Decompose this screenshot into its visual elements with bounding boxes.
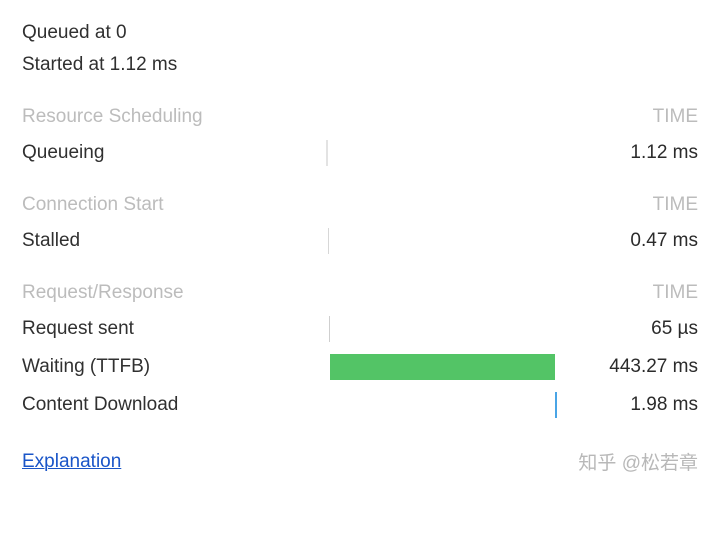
label-download: Content Download: [22, 394, 322, 416]
label-waiting: Waiting (TTFB): [22, 356, 322, 378]
time-request-sent: 65 µs: [588, 318, 698, 340]
row-content-download: Content Download 1.98 ms: [22, 386, 698, 424]
row-waiting-ttfb: Waiting (TTFB) 443.27 ms: [22, 348, 698, 386]
row-stalled: Stalled 0.47 ms: [22, 222, 698, 260]
row-request-sent: Request sent 65 µs: [22, 310, 698, 348]
section-title-scheduling: Resource Scheduling: [22, 106, 203, 128]
bar-wrap-waiting: [322, 354, 588, 380]
bar-sent: [329, 316, 330, 342]
time-header-request: TIME: [653, 282, 698, 304]
time-download: 1.98 ms: [588, 394, 698, 416]
watermark-total: 知乎 @松若章: [578, 448, 698, 475]
section-resource-scheduling: Resource Scheduling TIME Queueing 1.12 m…: [22, 104, 698, 172]
section-request-response: Request/Response TIME Request sent 65 µs…: [22, 280, 698, 424]
time-queueing: 1.12 ms: [588, 142, 698, 164]
label-queueing: Queueing: [22, 142, 322, 164]
label-stalled: Stalled: [22, 230, 322, 252]
bar-queueing: [326, 140, 328, 166]
explanation-link[interactable]: Explanation: [22, 451, 121, 473]
queued-at-line: Queued at 0: [22, 20, 698, 52]
bar-download: [555, 392, 557, 418]
time-stalled: 0.47 ms: [588, 230, 698, 252]
bar-wrap-stalled: [322, 228, 588, 254]
time-waiting: 443.27 ms: [588, 356, 698, 378]
started-at-line: Started at 1.12 ms: [22, 52, 698, 84]
footer: Explanation 知乎 @松若章: [22, 446, 698, 477]
time-header-connection: TIME: [653, 194, 698, 216]
bar-stalled: [328, 228, 329, 254]
bar-wrap-download: [322, 392, 588, 418]
bar-wrap-queueing: [322, 140, 588, 166]
section-connection-start: Connection Start TIME Stalled 0.47 ms: [22, 192, 698, 260]
time-header-scheduling: TIME: [653, 106, 698, 128]
timing-panel: Queued at 0 Started at 1.12 ms Resource …: [0, 0, 720, 487]
bar-waiting: [330, 354, 555, 380]
section-title-connection: Connection Start: [22, 194, 164, 216]
bar-wrap-sent: [322, 316, 588, 342]
section-title-request: Request/Response: [22, 282, 184, 304]
row-queueing: Queueing 1.12 ms: [22, 134, 698, 172]
label-request-sent: Request sent: [22, 318, 322, 340]
